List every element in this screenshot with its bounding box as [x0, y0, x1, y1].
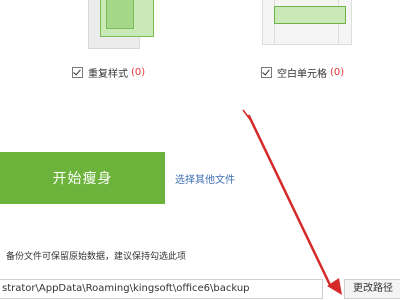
change-path-button[interactable]: 更改路径 — [344, 279, 400, 299]
choose-other-file-link[interactable]: 选择其他文件 — [175, 171, 235, 186]
illustration-selected-row — [274, 6, 346, 24]
backup-path-field[interactable]: strator\AppData\Roaming\kingsoft\office6… — [0, 279, 323, 299]
blank-cells-option[interactable]: 空白单元格 (0) — [261, 65, 344, 80]
illustration-overlap-square — [106, 0, 134, 29]
start-slimming-button[interactable]: 开始瘦身 — [0, 152, 165, 204]
duplicate-style-label: 重复样式 — [88, 69, 128, 80]
duplicate-style-count: (0) — [131, 67, 146, 78]
blank-cells-label: 空白单元格 — [277, 69, 327, 80]
backup-notice: 备份文件可保留原始数据，建议保持勾选此项 — [6, 252, 187, 262]
duplicate-style-option[interactable]: 重复样式 (0) — [72, 65, 145, 80]
blank-cells-count: (0) — [330, 67, 345, 78]
blank-cells-checkbox[interactable] — [261, 67, 272, 78]
duplicate-style-checkbox[interactable] — [72, 67, 83, 78]
